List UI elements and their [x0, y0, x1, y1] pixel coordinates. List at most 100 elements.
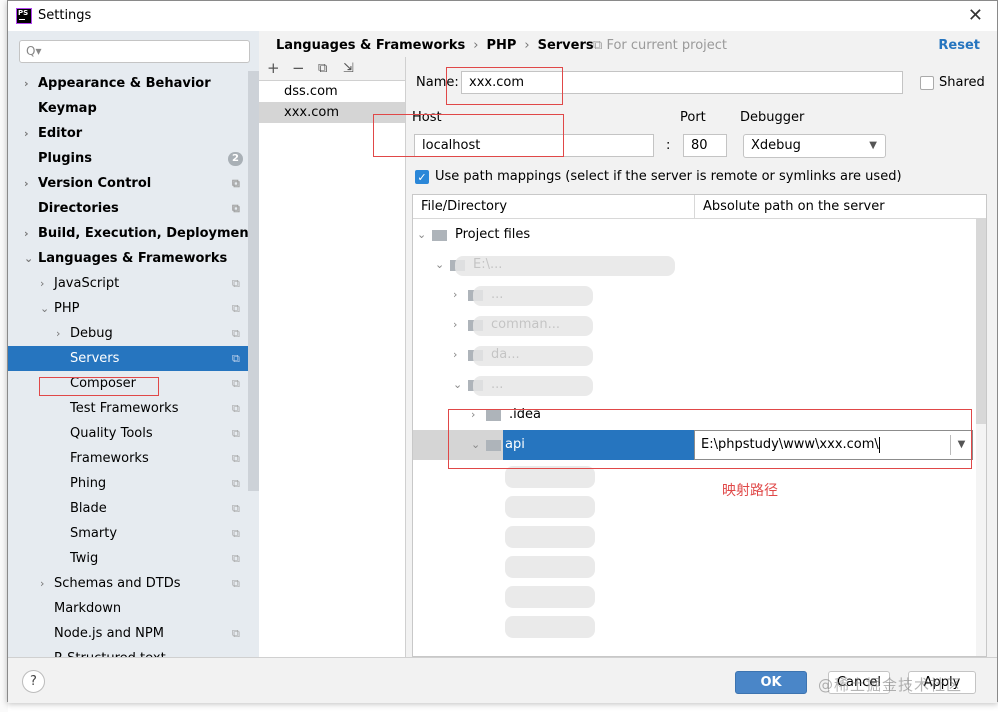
chevron-right-icon[interactable]: ›: [24, 121, 29, 146]
redaction-blur: [505, 586, 595, 608]
close-button[interactable]: ✕: [968, 5, 983, 26]
settings-search-input[interactable]: Q▾: [19, 40, 250, 63]
help-button[interactable]: ?: [22, 670, 45, 693]
table-row[interactable]: ›...: [413, 280, 973, 310]
chevron-down-icon[interactable]: ⌄: [435, 250, 444, 280]
chevron-right-icon[interactable]: ›: [40, 271, 44, 296]
sidebar-item-r-structured-text[interactable]: R Structured text: [8, 646, 259, 657]
server-list-item[interactable]: xxx.com: [259, 102, 405, 123]
project-scope-icon: ⧉: [232, 502, 240, 515]
chevron-right-icon[interactable]: ›: [471, 400, 475, 430]
sidebar-item-directories[interactable]: Directories ⧉: [8, 196, 259, 221]
sidebar-item-phing[interactable]: Phing ⧉: [8, 471, 259, 496]
table-row[interactable]: ›comman...: [413, 310, 973, 340]
table-row[interactable]: ⌄...: [413, 370, 973, 400]
project-scope-icon: ⧉: [232, 477, 240, 490]
shared-checkbox[interactable]: [920, 76, 934, 90]
remove-server-icon[interactable]: −: [292, 59, 305, 77]
sidebar-item-node-js-and-npm[interactable]: Node.js and NPM ⧉: [8, 621, 259, 646]
column-header-file-directory[interactable]: File/Directory: [421, 199, 507, 214]
dropdown-caret-icon[interactable]: ▼: [950, 435, 972, 455]
use-path-mappings-checkbox[interactable]: ✓: [415, 170, 429, 184]
project-scope-icon: ⧉: [232, 177, 240, 190]
use-path-mappings-label: Use path mappings (select if the server …: [435, 169, 902, 184]
table-row[interactable]: › .idea: [413, 400, 973, 430]
chevron-down-icon[interactable]: ⌄: [24, 246, 33, 271]
chevron-down-icon[interactable]: ⌄: [417, 220, 426, 250]
reset-link[interactable]: Reset: [938, 38, 980, 53]
chevron-right-icon[interactable]: ›: [453, 340, 457, 370]
port-input[interactable]: 80: [683, 134, 727, 157]
chevron-right-icon[interactable]: ›: [24, 221, 29, 246]
apply-button[interactable]: Apply: [908, 671, 976, 694]
sidebar-item-label: Node.js and NPM: [54, 626, 164, 641]
table-row[interactable]: ⌄ Project files: [413, 220, 973, 250]
chevron-right-icon[interactable]: ›: [453, 280, 457, 310]
sidebar-item-php[interactable]: ⌄ PHP ⧉: [8, 296, 259, 321]
scrollbar-thumb[interactable]: [976, 219, 986, 424]
sidebar-item-plugins[interactable]: Plugins 2: [8, 146, 259, 171]
chevron-down-icon[interactable]: ⌄: [471, 430, 480, 460]
sidebar-item-label: Quality Tools: [70, 426, 153, 441]
sidebar-item-appearance-behavior[interactable]: › Appearance & Behavior: [8, 71, 259, 96]
sidebar-item-markdown[interactable]: Markdown: [8, 596, 259, 621]
sidebar-item-javascript[interactable]: › JavaScript ⧉: [8, 271, 259, 296]
sidebar-item-quality-tools[interactable]: Quality Tools ⧉: [8, 421, 259, 446]
server-path-input[interactable]: E:\phpstudy\www\xxx.com\ ▼: [694, 430, 973, 460]
add-server-icon[interactable]: +: [267, 59, 280, 77]
port-colon: :: [666, 138, 671, 153]
sidebar-item-schemas-and-dtds[interactable]: › Schemas and DTDs ⧉: [8, 571, 259, 596]
path-mappings-table: File/Directory Absolute path on the serv…: [412, 194, 987, 657]
chevron-right-icon[interactable]: ›: [453, 310, 457, 340]
debugger-select[interactable]: Xdebug ▼: [743, 134, 886, 158]
redaction-blur: [505, 556, 595, 578]
project-scope-icon: ⧉: [232, 552, 240, 565]
sidebar-item-build-execution-deployment[interactable]: › Build, Execution, Deployment: [8, 221, 259, 246]
project-scope-icon: ⧉: [593, 38, 603, 53]
chevron-right-icon[interactable]: ›: [40, 571, 44, 596]
chevron-down-icon[interactable]: ⌄: [453, 370, 462, 400]
settings-tree: › Appearance & Behavior Keymap › Editor Plugi…: [8, 71, 259, 657]
sidebar-item-frameworks[interactable]: Frameworks ⧉: [8, 446, 259, 471]
server-list-item[interactable]: dss.com: [259, 81, 405, 102]
chevron-right-icon[interactable]: ›: [56, 321, 60, 346]
project-scope-icon: ⧉: [232, 327, 240, 340]
chevron-right-icon[interactable]: ›: [24, 171, 29, 196]
sidebar-item-twig[interactable]: Twig ⧉: [8, 546, 259, 571]
sidebar-item-label: Schemas and DTDs: [54, 576, 181, 591]
name-label: Name:: [416, 75, 459, 90]
sidebar-item-blade[interactable]: Blade ⧉: [8, 496, 259, 521]
sidebar-item-label: Version Control: [38, 176, 152, 191]
sidebar-item-version-control[interactable]: › Version Control ⧉: [8, 171, 259, 196]
project-scope-icon: ⧉: [232, 527, 240, 540]
table-row[interactable]: ›da...: [413, 340, 973, 370]
cancel-button[interactable]: Cancel: [828, 671, 890, 694]
table-row[interactable]: ⌄E:\...: [413, 250, 973, 280]
redaction-blur: [473, 376, 593, 396]
project-scope-icon: ⧉: [232, 302, 240, 315]
breadcrumb-item: Languages & Frameworks: [276, 38, 466, 53]
chevron-down-icon[interactable]: ⌄: [40, 296, 49, 321]
ok-button[interactable]: OK: [735, 671, 807, 694]
sidebar-scrollbar[interactable]: [248, 71, 259, 491]
sidebar-item-keymap[interactable]: Keymap: [8, 96, 259, 121]
name-input[interactable]: xxx.com: [461, 71, 903, 94]
sidebar-item-test-frameworks[interactable]: Test Frameworks ⧉: [8, 396, 259, 421]
table-scrollbar[interactable]: [976, 219, 986, 656]
chevron-right-icon[interactable]: ›: [24, 71, 29, 96]
sidebar-item-smarty[interactable]: Smarty ⧉: [8, 521, 259, 546]
host-input[interactable]: localhost: [414, 134, 654, 157]
table-row[interactable]: ⌄ api E:\phpstudy\www\xxx.com\ ▼: [413, 430, 973, 460]
column-header-server-path[interactable]: Absolute path on the server: [694, 195, 885, 219]
sidebar-item-label: R Structured text: [54, 646, 166, 657]
sidebar-item-debug[interactable]: › Debug ⧉: [8, 321, 259, 346]
sidebar-item-editor[interactable]: › Editor: [8, 121, 259, 146]
import-server-icon[interactable]: ⇲: [343, 61, 354, 76]
sidebar-item-servers[interactable]: Servers ⧉: [8, 346, 259, 371]
copy-server-icon[interactable]: ⧉: [318, 61, 327, 76]
sidebar-item-label: Editor: [38, 126, 83, 141]
breadcrumb-separator: ›: [524, 38, 530, 53]
sidebar-item-languages-frameworks[interactable]: ⌄ Languages & Frameworks: [8, 246, 259, 271]
project-scope-icon: ⧉: [232, 452, 240, 465]
sidebar-item-label: Plugins: [38, 151, 92, 166]
